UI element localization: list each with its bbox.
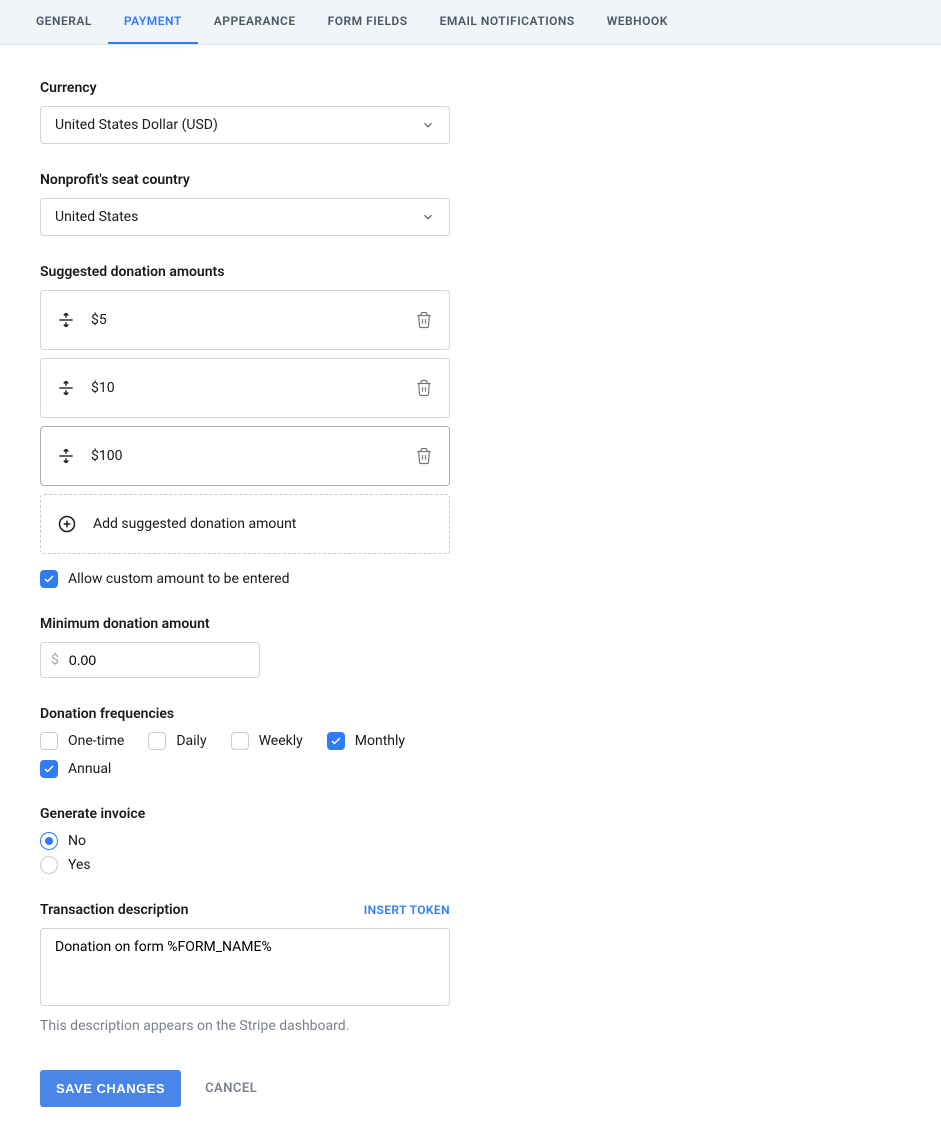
frequencies-label: Donation frequencies	[40, 706, 500, 722]
currency-prefix: $	[51, 652, 59, 668]
allow-custom-checkbox[interactable]	[40, 570, 58, 588]
minimum-input[interactable]	[69, 652, 250, 668]
minimum-field: Minimum donation amount $	[40, 616, 500, 678]
freq-one-time-checkbox[interactable]	[40, 732, 58, 750]
currency-field: Currency United States Dollar (USD)	[40, 80, 500, 144]
freq-daily-checkbox[interactable]	[148, 732, 166, 750]
allow-custom-label: Allow custom amount to be entered	[68, 571, 290, 587]
trash-icon[interactable]	[415, 379, 433, 397]
drag-handle-icon[interactable]	[57, 447, 75, 465]
add-amount-label: Add suggested donation amount	[93, 516, 296, 532]
minimum-label: Minimum donation amount	[40, 616, 500, 632]
freq-label: Annual	[68, 761, 111, 777]
invoice-no-row: No	[40, 832, 500, 850]
drag-handle-icon[interactable]	[57, 379, 75, 397]
chevron-down-icon	[421, 118, 435, 132]
chevron-down-icon	[421, 210, 435, 224]
description-field: Transaction description INSERT TOKEN Thi…	[40, 902, 500, 1034]
invoice-label: Generate invoice	[40, 806, 500, 822]
tab-general[interactable]: GENERAL	[20, 0, 108, 44]
freq-annual: Annual	[40, 760, 500, 778]
freq-weekly-checkbox[interactable]	[231, 732, 249, 750]
amount-value: $10	[91, 380, 415, 396]
seat-country-field: Nonprofit's seat country United States	[40, 172, 500, 236]
suggested-amounts-field: Suggested donation amounts $5 $10 $100	[40, 264, 500, 588]
frequencies-field: Donation frequencies One-time Daily Week…	[40, 706, 500, 778]
cancel-button[interactable]: CANCEL	[205, 1081, 257, 1096]
seat-country-value: United States	[55, 209, 138, 225]
freq-daily: Daily	[148, 732, 206, 750]
description-textarea[interactable]	[40, 928, 450, 1006]
description-help: This description appears on the Stripe d…	[40, 1018, 500, 1034]
trash-icon[interactable]	[415, 447, 433, 465]
freq-one-time: One-time	[40, 732, 124, 750]
freq-weekly: Weekly	[231, 732, 303, 750]
trash-icon[interactable]	[415, 311, 433, 329]
freq-annual-checkbox[interactable]	[40, 760, 58, 778]
tab-form-fields[interactable]: FORM FIELDS	[312, 0, 424, 44]
freq-label: Daily	[176, 733, 206, 749]
plus-circle-icon	[57, 514, 77, 534]
invoice-yes-radio[interactable]	[40, 856, 58, 874]
amount-row[interactable]: $5	[40, 290, 450, 350]
tab-appearance[interactable]: APPEARANCE	[198, 0, 312, 44]
freq-label: Weekly	[259, 733, 303, 749]
freq-label: Monthly	[355, 733, 405, 749]
currency-select[interactable]: United States Dollar (USD)	[40, 106, 450, 144]
currency-label: Currency	[40, 80, 500, 96]
insert-token-button[interactable]: INSERT TOKEN	[364, 903, 450, 917]
amount-value: $5	[91, 312, 415, 328]
allow-custom-row: Allow custom amount to be entered	[40, 570, 500, 588]
seat-country-label: Nonprofit's seat country	[40, 172, 500, 188]
drag-handle-icon[interactable]	[57, 311, 75, 329]
seat-country-select[interactable]: United States	[40, 198, 450, 236]
amount-value: $100	[91, 448, 415, 464]
minimum-input-wrap: $	[40, 642, 260, 678]
tabs-bar: GENERAL PAYMENT APPEARANCE FORM FIELDS E…	[0, 0, 941, 45]
tab-webhook[interactable]: WEBHOOK	[591, 0, 684, 44]
description-label: Transaction description	[40, 902, 188, 918]
add-amount-button[interactable]: Add suggested donation amount	[40, 494, 450, 554]
currency-value: United States Dollar (USD)	[55, 117, 218, 133]
freq-monthly: Monthly	[327, 732, 405, 750]
freq-label: One-time	[68, 733, 124, 749]
freq-monthly-checkbox[interactable]	[327, 732, 345, 750]
payment-settings-form: Currency United States Dollar (USD) Nonp…	[0, 45, 540, 1142]
tab-payment[interactable]: PAYMENT	[108, 0, 198, 44]
invoice-no-radio[interactable]	[40, 832, 58, 850]
invoice-field: Generate invoice No Yes	[40, 806, 500, 874]
invoice-option-label: Yes	[68, 857, 91, 873]
amount-row[interactable]: $100	[40, 426, 450, 486]
frequencies-grid: One-time Daily Weekly Monthly Annual	[40, 732, 500, 778]
suggested-amounts-label: Suggested donation amounts	[40, 264, 500, 280]
tab-email-notifications[interactable]: EMAIL NOTIFICATIONS	[424, 0, 591, 44]
invoice-yes-row: Yes	[40, 856, 500, 874]
save-button[interactable]: SAVE CHANGES	[40, 1070, 181, 1107]
form-actions: SAVE CHANGES CANCEL	[40, 1070, 500, 1107]
invoice-option-label: No	[68, 833, 86, 849]
amount-row[interactable]: $10	[40, 358, 450, 418]
